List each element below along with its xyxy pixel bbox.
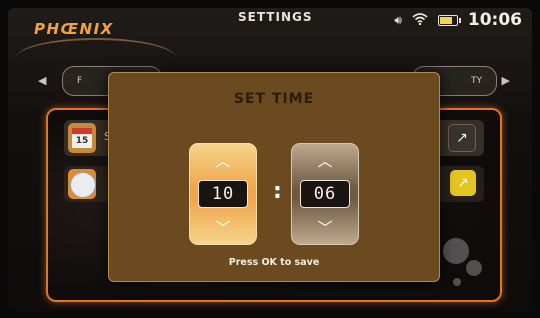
battery-icon — [437, 14, 461, 26]
speaker-icon: 🔊︎ — [394, 12, 402, 27]
status-icons: 🔊︎ 10:06 — [394, 10, 522, 30]
clock-icon — [68, 169, 96, 199]
minute-value[interactable]: 06 — [300, 180, 350, 208]
save-hint: Press OK to save — [228, 257, 320, 268]
minute-up-chevron-icon[interactable]: ︿ — [292, 150, 358, 171]
hour-down-chevron-icon[interactable]: ﹀ — [190, 217, 256, 238]
status-bar: PHŒNIX SETTINGS 🔊︎ 10:06 — [8, 8, 532, 48]
minute-spinner[interactable]: ︿ 06 ﹀ — [291, 143, 359, 245]
dialog-title: SET TIME — [233, 91, 315, 107]
minute-down-chevron-icon[interactable]: ﹀ — [292, 217, 358, 238]
edit-icon[interactable]: ↗ — [448, 124, 476, 152]
hour-spinner[interactable]: ︿ 10 ﹀ — [189, 143, 257, 245]
set-time-dialog: SET TIME ︿ 10 ﹀ : ︿ 06 ﹀ Press OK to sav… — [108, 72, 440, 282]
tab-prev-arrow-icon[interactable]: ◀ — [38, 74, 46, 87]
edit-icon[interactable]: ↗ — [450, 170, 476, 196]
device-screen: PHŒNIX SETTINGS 🔊︎ 10:06 ◀ F TY ▶ 15 S ↗ — [8, 8, 532, 310]
calendar-day: 15 — [72, 134, 92, 148]
brand-underline — [16, 38, 176, 58]
time-separator: : — [273, 179, 282, 204]
brand-logo: PHŒNIX — [34, 20, 114, 38]
tab-next-arrow-icon[interactable]: ▶ — [502, 74, 510, 87]
calendar-icon: 15 — [68, 123, 96, 153]
hour-value[interactable]: 10 — [198, 180, 248, 208]
wifi-icon — [412, 12, 428, 28]
screen-title: SETTINGS — [238, 10, 313, 24]
status-clock: 10:06 — [467, 10, 522, 30]
hour-up-chevron-icon[interactable]: ︿ — [190, 150, 256, 171]
